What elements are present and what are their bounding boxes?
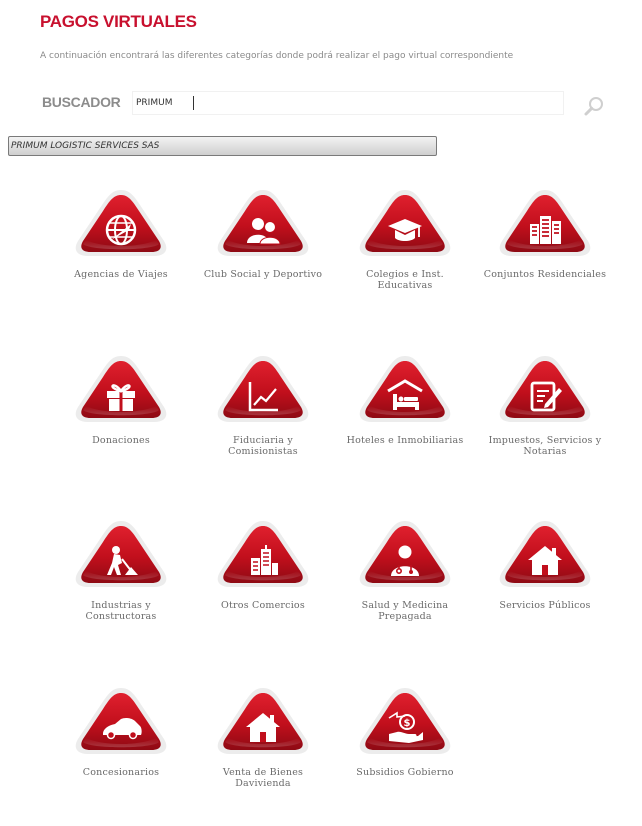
category-label: Impuestos, Servicios y Notarias <box>488 435 602 457</box>
category-label: Venta de Bienes Davivienda <box>222 767 304 789</box>
category-badge <box>217 190 309 256</box>
category-badge <box>499 190 591 256</box>
category-impuestos-servicios-y-notarias[interactable]: Impuestos, Servicios y Notarias <box>480 354 610 457</box>
category-label: Club Social y Deportivo <box>203 269 323 280</box>
search-label: BUSCADOR <box>42 94 121 110</box>
category-badge <box>217 521 309 587</box>
category-label: Industrias y Constructoras <box>85 600 157 622</box>
category-badge <box>499 521 591 587</box>
category-club-social-y-deportivo[interactable]: Club Social y Deportivo <box>198 188 328 280</box>
category-label: Otros Comercios <box>221 600 305 611</box>
category-label: Colegios e Inst. Educativas <box>366 269 444 291</box>
search-input[interactable] <box>132 91 564 115</box>
category-badge <box>75 356 167 422</box>
category-label: Salud y Medicina Prepagada <box>361 600 449 622</box>
category-label: Concesionarios <box>82 767 160 778</box>
text-caret <box>193 96 194 110</box>
category-badge <box>75 521 167 587</box>
category-hoteles-e-inmobiliarias[interactable]: Hoteles e Inmobiliarias <box>340 354 470 446</box>
category-badge: $ <box>359 688 451 754</box>
category-badge <box>499 356 591 422</box>
category-salud-y-medicina-prepagada[interactable]: Salud y Medicina Prepagada <box>340 519 470 622</box>
category-concesionarios[interactable]: Concesionarios <box>56 686 186 778</box>
search-icon[interactable] <box>583 95 605 117</box>
category-badge <box>75 688 167 754</box>
category-label: Conjuntos Residenciales <box>483 269 607 280</box>
category-fiduciaria-y-comisionistas[interactable]: Fiduciaria y Comisionistas <box>198 354 328 457</box>
category-otros-comercios[interactable]: Otros Comercios <box>198 519 328 611</box>
page-subtitle: A continuación encontrará las diferentes… <box>40 51 514 61</box>
category-conjuntos-residenciales[interactable]: Conjuntos Residenciales <box>480 188 610 280</box>
category-industrias-y-constructoras[interactable]: Industrias y Constructoras <box>56 519 186 622</box>
category-badge <box>359 356 451 422</box>
category-badge <box>75 190 167 256</box>
category-badge <box>359 521 451 587</box>
category-label: Agencias de Viajes <box>74 269 168 280</box>
category-subsidios-gobierno[interactable]: $ Subsidios Gobierno <box>340 686 470 778</box>
category-colegios-e-inst-educativas[interactable]: Colegios e Inst. Educativas <box>340 188 470 291</box>
category-badge <box>359 190 451 256</box>
svg-text:$: $ <box>404 718 411 729</box>
page-title: PAGOS VIRTUALES <box>40 12 197 31</box>
category-badge <box>217 688 309 754</box>
category-label: Servicios Públicos <box>499 600 591 611</box>
search-suggestion[interactable]: PRIMUM LOGISTIC SERVICES SAS <box>8 136 437 156</box>
category-donaciones[interactable]: Donaciones <box>56 354 186 446</box>
category-label: Donaciones <box>92 435 150 446</box>
category-badge <box>217 356 309 422</box>
category-venta-de-bienes-davivienda[interactable]: Venta de Bienes Davivienda <box>198 686 328 789</box>
category-label: Fiduciaria y Comisionistas <box>228 435 298 457</box>
category-label: Subsidios Gobierno <box>356 767 454 778</box>
category-servicios-públicos[interactable]: Servicios Públicos <box>480 519 610 611</box>
category-label: Hoteles e Inmobiliarias <box>346 435 464 446</box>
category-agencias-de-viajes[interactable]: Agencias de Viajes <box>56 188 186 280</box>
